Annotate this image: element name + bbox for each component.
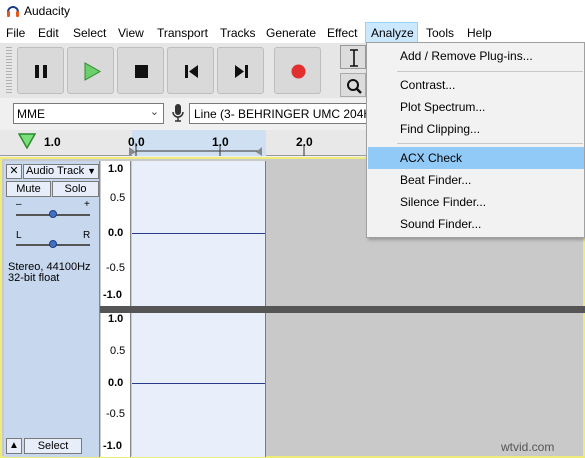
menu-transport[interactable]: Transport [154,25,211,41]
select-track-button[interactable]: Select [24,438,82,454]
channel-separator [100,306,585,313]
triangle-down-icon: ▼ [87,166,96,176]
ruler-label: 1.0 [212,135,229,149]
menu-view[interactable]: View [115,25,147,41]
selection-tool-button[interactable] [340,45,366,69]
menu-select[interactable]: Select [70,25,109,41]
pan-left-label: L [16,230,22,241]
amplitude-label: -0.5 [106,408,125,420]
menu-help[interactable]: Help [464,25,495,41]
menu-separator [397,143,583,144]
audio-host-value: MME [17,107,45,121]
menu-separator [397,71,583,72]
gain-max-label: + [84,199,90,210]
title-bar [0,0,585,22]
gain-min-label: – [16,199,22,210]
ruler-label: 2.0 [296,135,313,149]
waveform-zero-line [132,233,266,234]
amplitude-label: 0.5 [110,192,126,204]
menu-tools[interactable]: Tools [423,25,457,41]
chevron-down-icon: ⌄ [149,106,159,118]
zoom-tool-button[interactable] [340,73,366,97]
window-title: Audacity [24,4,71,18]
menu-item-acx-check[interactable]: ACX Check [368,147,584,169]
amplitude-label: -1.0 [103,440,122,452]
play-button[interactable] [67,47,114,94]
track-name-menu[interactable]: Audio Track ▼ [23,164,99,179]
skip-end-icon [235,65,248,78]
record-icon [291,64,306,79]
menu-item-plot-spectrum[interactable]: Plot Spectrum... [368,96,584,118]
menu-item-add-remove-plugins[interactable]: Add / Remove Plug-ins... [368,45,584,67]
ruler-label: 1.0 [44,135,61,149]
amplitude-label: 0.5 [110,345,126,357]
record-button[interactable] [274,47,321,94]
stop-icon [135,65,148,78]
recording-device-select[interactable]: Line (3- BEHRINGER UMC 204HD [189,103,369,124]
play-head-icon[interactable] [18,133,36,149]
toolbar-grip[interactable] [6,47,12,94]
amplitude-label: 1.0 [108,163,124,175]
menu-item-contrast[interactable]: Contrast... [368,74,584,96]
menu-tracks[interactable]: Tracks [217,25,259,41]
menu-edit[interactable]: Edit [35,25,62,41]
menu-item-sound-finder[interactable]: Sound Finder... [368,213,584,235]
analyze-menu-dropdown: Add / Remove Plug-ins... Contrast... Plo… [366,42,585,238]
menu-item-beat-finder[interactable]: Beat Finder... [368,169,584,191]
collapse-track-button[interactable]: ▲ [6,438,22,454]
skip-to-start-button[interactable] [167,47,214,94]
amplitude-label: 0.0 [108,377,124,389]
menu-item-silence-finder[interactable]: Silence Finder... [368,191,584,213]
audacity-logo-icon [7,6,19,17]
stop-button[interactable] [117,47,164,94]
mute-button[interactable]: Mute [6,181,51,197]
triangle-up-icon: ▲ [9,440,19,451]
pause-button[interactable] [17,47,64,94]
track-sample-format: 32-bit float [8,272,60,284]
menu-analyze[interactable]: Analyze [368,25,417,41]
menu-generate[interactable]: Generate [263,25,319,41]
track-name-label: Audio Track [26,165,85,177]
menu-file[interactable]: File [3,25,28,41]
pan-slider-thumb[interactable] [49,240,57,248]
magnifier-icon [347,79,362,94]
skip-start-icon [185,65,198,78]
menu-effect[interactable]: Effect [324,25,360,41]
menu-item-find-clipping[interactable]: Find Clipping... [368,118,584,140]
solo-button[interactable]: Solo [52,181,99,197]
amplitude-label: 1.0 [108,313,124,325]
waveform-zero-line [132,383,266,384]
watermark-text: wtvid.com [501,440,555,454]
ruler-label: 0.0 [128,135,145,149]
recording-device-value: Line (3- BEHRINGER UMC 204HD [194,107,369,121]
skip-to-end-button[interactable] [217,47,264,94]
amplitude-label: -0.5 [106,262,125,274]
i-beam-icon [350,49,358,67]
amplitude-label: 0.0 [108,227,124,239]
gain-slider-thumb[interactable] [49,210,57,218]
pan-right-label: R [83,230,91,241]
play-icon [84,62,102,81]
audio-host-select[interactable]: MME ⌄ [13,103,164,124]
pause-icon [35,65,47,78]
amplitude-label: -1.0 [103,289,122,301]
microphone-icon [172,104,184,122]
close-track-button[interactable]: ✕ [6,164,22,179]
